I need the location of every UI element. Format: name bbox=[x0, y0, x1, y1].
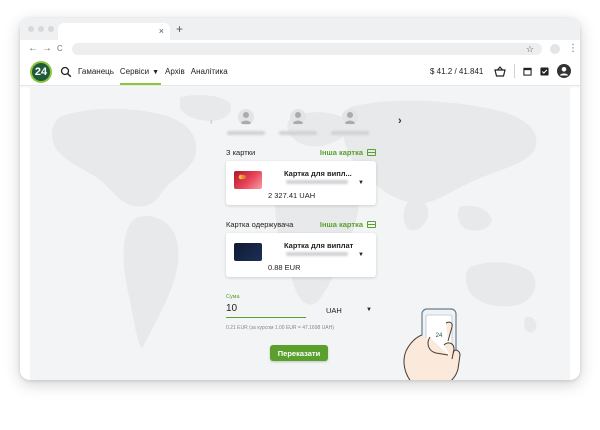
credit-card-icon bbox=[367, 149, 376, 156]
main-content: ‹ › З картки Інша картка Картка для випл… bbox=[30, 87, 570, 380]
browser-profile-icon[interactable] bbox=[550, 44, 560, 54]
to-card-name: Картка для виплат bbox=[284, 241, 354, 250]
card-chip-icon bbox=[238, 174, 246, 180]
maximize-window-dot[interactable] bbox=[48, 26, 54, 32]
person-icon bbox=[292, 112, 304, 124]
nav-services[interactable]: Сервіси ▼ bbox=[119, 67, 162, 85]
card-number-redacted bbox=[286, 180, 348, 184]
app-header: 24 Гаманець Сервіси ▼ Архів Аналітика $ 4… bbox=[20, 58, 580, 86]
recent-recipients: ‹ › bbox=[210, 109, 402, 139]
dropdown-arrow-icon[interactable]: ▼ bbox=[358, 252, 364, 258]
chevron-right-icon[interactable]: › bbox=[398, 115, 402, 127]
to-card-select[interactable]: Картка для виплат ▼ 0.88 EUR bbox=[226, 233, 376, 277]
credit-card-icon bbox=[367, 221, 376, 228]
recipient-item[interactable] bbox=[278, 109, 318, 135]
currency-rate: $ 41.2 / 41.841 bbox=[430, 67, 484, 76]
nav-analytics[interactable]: Аналітика bbox=[191, 67, 228, 76]
nav-wallet[interactable]: Гаманець bbox=[78, 67, 114, 76]
dropdown-arrow-icon[interactable]: ▼ bbox=[366, 307, 372, 313]
forward-icon[interactable]: → bbox=[42, 42, 52, 56]
dropdown-arrow-icon[interactable]: ▼ bbox=[358, 180, 364, 186]
recipient-avatar bbox=[238, 109, 254, 125]
new-tab-icon[interactable]: + bbox=[176, 22, 183, 36]
amount-input[interactable]: 10 bbox=[226, 303, 237, 314]
card-image bbox=[234, 243, 262, 261]
window-controls bbox=[28, 26, 54, 32]
from-card-label: З картки bbox=[226, 148, 256, 157]
chevron-left-icon[interactable]: ‹ bbox=[210, 117, 213, 126]
calendar-icon[interactable] bbox=[523, 67, 532, 76]
card-image bbox=[234, 171, 262, 189]
to-other-card-text: Інша картка bbox=[319, 220, 363, 229]
from-card-balance: 2 327.41 UAH bbox=[268, 191, 316, 200]
hand-holding-phone-illustration: 24 bbox=[403, 308, 461, 380]
minimize-window-dot[interactable] bbox=[38, 26, 44, 32]
recipient-name-redacted bbox=[331, 131, 369, 135]
to-card-label: Картка одержувача bbox=[226, 220, 294, 229]
nav-archive[interactable]: Архів bbox=[165, 67, 185, 76]
currency-select[interactable]: UAH bbox=[326, 306, 342, 315]
recipient-item[interactable] bbox=[330, 109, 370, 135]
from-card-select[interactable]: Картка для випл... ▼ 2 327.41 UAH bbox=[226, 161, 376, 205]
to-other-card-link[interactable]: Інша картка bbox=[320, 220, 376, 229]
card-number-redacted bbox=[286, 252, 348, 256]
from-other-card-text: Інша картка bbox=[319, 148, 363, 157]
person-icon bbox=[344, 112, 356, 124]
from-card-header: З картки Інша картка bbox=[226, 148, 376, 160]
to-card-balance: 0.88 EUR bbox=[268, 263, 301, 272]
checklist-icon[interactable] bbox=[540, 66, 549, 76]
recipient-name-redacted bbox=[279, 131, 317, 135]
bookmark-star-icon[interactable]: ☆ bbox=[526, 43, 534, 55]
url-input[interactable]: ☆ bbox=[72, 43, 542, 55]
amount-underline bbox=[226, 317, 306, 319]
recipient-item[interactable] bbox=[226, 109, 266, 135]
main-nav: Гаманець Сервіси ▼ Архів Аналітика bbox=[78, 67, 228, 85]
chevron-down-icon: ▼ bbox=[152, 69, 160, 76]
browser-window: × + ← → C ☆ ⋮ 24 Гаманець Сервіси ▼ Архів… bbox=[20, 18, 580, 380]
amount-label: Сума bbox=[226, 294, 240, 300]
nav-services-label: Сервіси bbox=[119, 67, 150, 76]
header-divider bbox=[514, 64, 515, 78]
recipient-avatar bbox=[290, 109, 306, 125]
close-window-dot[interactable] bbox=[28, 26, 34, 32]
recipient-avatar bbox=[342, 109, 358, 125]
tab-close-icon[interactable]: × bbox=[159, 25, 164, 37]
from-card-name: Картка для випл... bbox=[284, 169, 352, 178]
conversion-note: 0.21 EUR (за курсом 1.00 EUR = 47.1698 U… bbox=[226, 325, 334, 331]
back-icon[interactable]: ← bbox=[28, 42, 38, 56]
transfer-button[interactable]: Переказати bbox=[270, 345, 328, 361]
from-other-card-link[interactable]: Інша картка bbox=[320, 148, 376, 157]
reload-icon[interactable]: C bbox=[57, 42, 63, 56]
person-icon bbox=[240, 112, 252, 124]
to-card-header: Картка одержувача Інша картка bbox=[226, 220, 376, 232]
privat24-logo[interactable]: 24 bbox=[30, 61, 52, 83]
phone-screen-text: 24 bbox=[436, 333, 443, 339]
browser-menu-icon[interactable]: ⋮ bbox=[568, 42, 578, 56]
header-actions bbox=[494, 64, 571, 78]
recipient-name-redacted bbox=[227, 131, 265, 135]
browser-tab-bar: × + bbox=[20, 18, 580, 40]
user-avatar-icon[interactable] bbox=[557, 64, 571, 78]
search-icon[interactable] bbox=[60, 66, 72, 78]
browser-tab[interactable]: × bbox=[58, 23, 170, 40]
address-bar-row: ← → C ☆ ⋮ bbox=[20, 40, 580, 58]
basket-icon[interactable] bbox=[494, 65, 506, 77]
